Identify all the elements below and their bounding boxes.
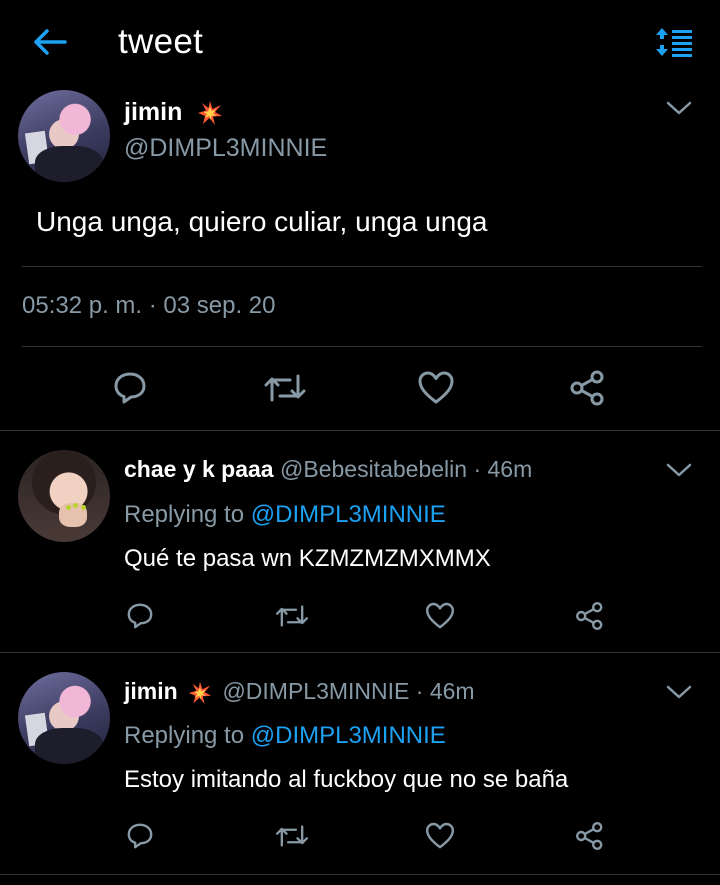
share-button[interactable]	[568, 368, 608, 408]
tweet-menu-button[interactable]	[664, 98, 694, 118]
tweet-text: Unga unga, quiero culiar, unga unga	[36, 206, 488, 237]
retweet-button[interactable]	[262, 368, 308, 408]
share-icon	[576, 822, 603, 850]
top-bar: tweet	[0, 0, 720, 86]
retweet-icon	[264, 374, 306, 402]
share-icon	[576, 602, 603, 630]
retweet-icon	[275, 825, 309, 847]
reply-header[interactable]: chae y k paaa @Bebesitabebelin · 46m	[124, 456, 532, 483]
collision-icon	[188, 681, 212, 704]
reply-icon	[127, 823, 153, 849]
retweet-icon	[275, 605, 309, 627]
heart-icon	[426, 602, 454, 629]
reply-menu-button[interactable]	[664, 460, 694, 480]
chevron-down-icon	[666, 463, 692, 477]
reply-actions	[0, 600, 720, 636]
reply-time: · 46m	[415, 678, 475, 704]
divider	[0, 430, 720, 431]
reply-avatar[interactable]	[18, 450, 110, 542]
chevron-down-icon	[666, 685, 692, 699]
reply-author-name: chae y k paaa	[124, 456, 274, 482]
page-title: tweet	[118, 22, 204, 61]
reply-avatar[interactable]	[18, 672, 110, 764]
divider	[0, 874, 720, 875]
like-button[interactable]	[416, 368, 456, 408]
share-button[interactable]	[574, 600, 606, 632]
replying-to-line: Replying to @DIMPL3MINNIE	[124, 501, 446, 529]
share-button[interactable]	[574, 820, 606, 852]
divider	[22, 346, 702, 347]
divider	[0, 652, 720, 653]
tweet-timestamp: 05:32 p. m. · 03 sep. 20	[22, 292, 276, 319]
reply-author-name: jimin	[124, 678, 178, 704]
reply-button[interactable]	[124, 820, 156, 852]
replying-prefix: Replying to	[124, 501, 245, 528]
replying-to-link[interactable]: @DIMPL3MINNIE	[251, 501, 446, 528]
share-icon	[570, 370, 604, 406]
reply-text: Estoy imitando al fuckboy que no se baña	[124, 766, 569, 793]
reply-text: Qué te pasa wn KZMZMZMXMMX	[124, 545, 491, 572]
author-name-row[interactable]: jimin	[124, 98, 223, 127]
replying-prefix: Replying to	[124, 722, 245, 749]
divider	[22, 266, 702, 267]
like-button[interactable]	[424, 600, 456, 632]
sort-icon	[656, 28, 692, 57]
author-avatar[interactable]	[18, 90, 110, 182]
back-button[interactable]	[30, 24, 70, 60]
retweet-button[interactable]	[274, 600, 310, 632]
reply-menu-button[interactable]	[664, 682, 694, 702]
reply-icon	[114, 372, 146, 404]
reply-button[interactable]	[124, 600, 156, 632]
reply-header[interactable]: jimin @DIMPL3MINNIE · 46m	[124, 678, 475, 705]
reply-actions	[0, 820, 720, 856]
heart-icon	[418, 371, 454, 404]
reply-author-handle: @DIMPL3MINNIE	[222, 678, 410, 704]
tweet-actions	[0, 368, 720, 412]
like-button[interactable]	[424, 820, 456, 852]
replying-to-line: Replying to @DIMPL3MINNIE	[124, 722, 446, 750]
chevron-down-icon	[666, 101, 692, 115]
reply-button[interactable]	[110, 368, 150, 408]
arrow-left-icon	[34, 29, 67, 55]
author-name: jimin	[124, 98, 183, 126]
reply-icon	[127, 603, 153, 629]
replying-to-link[interactable]: @DIMPL3MINNIE	[251, 722, 446, 749]
reply-author-handle: @Bebesitabebelin	[280, 456, 468, 482]
collision-icon	[198, 101, 223, 126]
reply-time: · 46m	[473, 456, 533, 482]
sort-button[interactable]	[652, 22, 696, 62]
heart-icon	[426, 822, 454, 849]
author-handle[interactable]: @DIMPL3MINNIE	[124, 134, 327, 163]
retweet-button[interactable]	[274, 820, 310, 852]
